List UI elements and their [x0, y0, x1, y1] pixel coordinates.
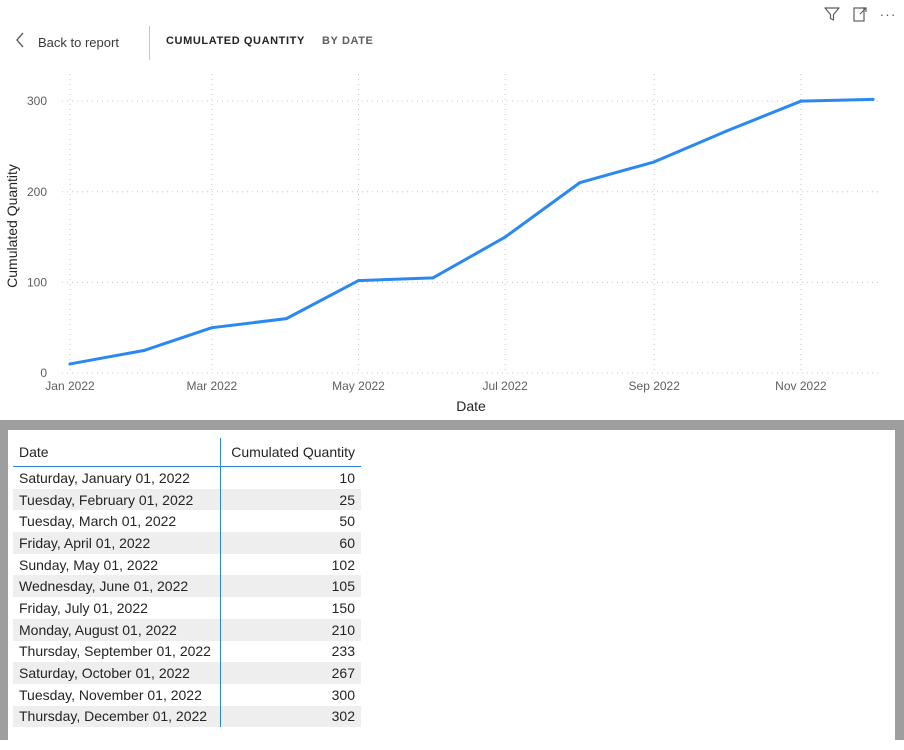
x-tick-label: Jan 2022: [45, 379, 95, 393]
table-body: Saturday, January 01, 2022 10 Tuesday, Feb…: [13, 466, 361, 728]
visual-header-toolbar: ···: [822, 4, 898, 24]
table-row: Thursday, September 01, 2022 233: [13, 640, 361, 663]
table-panel: Date Cumulated Quantity Saturday, Januar…: [8, 430, 895, 750]
data-point: [799, 99, 803, 103]
more-options-icon[interactable]: ···: [878, 4, 898, 24]
table-header-row: Date Cumulated Quantity: [13, 438, 361, 467]
cell-cumulated-quantity: 150: [331, 599, 355, 616]
table-row: Tuesday, February 01, 2022 25: [13, 488, 361, 511]
y-axis-title: Cumulated Quantity: [4, 164, 20, 288]
data-point: [210, 326, 214, 330]
cell-cumulated-quantity: 233: [331, 643, 355, 660]
cell-cumulated-quantity: 267: [220, 662, 361, 684]
y-tick-label: 200: [27, 185, 47, 199]
cell-date: Saturday, October 01, 2022: [13, 662, 221, 684]
data-point: [431, 276, 435, 280]
data-point: [68, 362, 72, 366]
series-line: [68, 97, 875, 366]
data-point: [284, 317, 288, 321]
table-row: Tuesday, November 01, 2022 300: [13, 683, 361, 706]
cell-date: Tuesday, November 01, 2022: [13, 683, 221, 706]
y-axis-ticks: 0 100 200 300: [27, 94, 47, 380]
back-label: Back to report: [38, 34, 119, 50]
x-tick-label: May 2022: [332, 379, 385, 393]
table-backdrop: Date Cumulated Quantity Saturday, Januar…: [0, 420, 904, 750]
cell-cumulated-quantity: 25: [220, 488, 361, 511]
x-axis-title: Date: [456, 398, 486, 414]
cell-cumulated-quantity: 102: [331, 556, 355, 573]
column-header-date[interactable]: Date: [13, 438, 221, 467]
cell-date: Wednesday, June 01, 2022: [13, 575, 221, 598]
data-point: [143, 348, 147, 352]
y-tick-label: 300: [27, 94, 47, 108]
cell-cumulated-quantity: 210: [220, 618, 361, 641]
data-table: Date Cumulated Quantity Saturday, Januar…: [13, 438, 361, 728]
x-tick-label: Nov 2022: [775, 379, 827, 393]
x-tick-label: Jul 2022: [482, 379, 528, 393]
cell-date: Tuesday, February 01, 2022: [13, 488, 221, 511]
cell-date: Monday, August 01, 2022: [13, 618, 221, 641]
data-point: [357, 279, 361, 283]
table-row: Friday, July 01, 2022 150: [13, 597, 361, 619]
cell-cumulated-quantity: 302: [220, 705, 361, 728]
x-axis-ticks: Jan 2022 Mar 2022 May 2022 Jul 2022 Sep 2022…: [45, 379, 827, 393]
filter-icon[interactable]: [822, 4, 842, 24]
back-to-report-button[interactable]: Back to report: [14, 30, 119, 54]
chevron-left-icon: [14, 31, 26, 54]
y-tick-label: 0: [40, 366, 47, 380]
cell-date: Tuesday, March 01, 2022: [13, 510, 221, 533]
table-row: Tuesday, March 01, 2022 50: [13, 510, 361, 533]
data-point: [503, 235, 507, 239]
cell-date: Friday, April 01, 2022: [13, 532, 221, 554]
cell-date: Friday, July 01, 2022: [13, 597, 221, 619]
data-point: [652, 160, 656, 164]
cell-date: Sunday, May 01, 2022: [13, 553, 221, 576]
cell-cumulated-quantity: 60: [220, 532, 361, 554]
page-header: Back to report CUMULATED QUANTITY BY DAT…: [0, 26, 904, 62]
x-tick-label: Mar 2022: [186, 379, 237, 393]
y-tick-label: 100: [27, 275, 47, 289]
line-chart: 0 100 200 300 Jan 2022 Mar 2022 May 2022 Jul 2…: [4, 74, 881, 414]
cell-cumulated-quantity: 105: [220, 575, 361, 598]
header-divider: [149, 26, 150, 60]
table-row: Friday, April 01, 2022 60: [13, 532, 361, 554]
tab-cumulated-quantity[interactable]: CUMULATED QUANTITY: [166, 35, 305, 47]
data-point: [578, 181, 582, 185]
cell-date: Saturday, January 01, 2022: [13, 466, 221, 489]
table-row: Thursday, December 01, 2022 302: [13, 705, 361, 728]
table-row: Saturday, October 01, 2022 267: [13, 662, 361, 684]
cell-date: Thursday, September 01, 2022: [13, 640, 221, 663]
tab-by-date[interactable]: BY DATE: [322, 35, 373, 47]
table-row: Saturday, January 01, 2022 10: [13, 466, 361, 489]
column-header-cumulated-quantity[interactable]: Cumulated Quantity: [220, 438, 361, 467]
data-point: [724, 129, 728, 133]
data-point: [871, 97, 875, 101]
table-row: Monday, August 01, 2022 210: [13, 618, 361, 641]
chart-series: [68, 97, 875, 366]
cell-date: Thursday, December 01, 2022: [13, 705, 221, 728]
x-tick-label: Sep 2022: [629, 379, 681, 393]
cell-cumulated-quantity: 10: [339, 469, 355, 486]
cell-cumulated-quantity: 300: [331, 686, 355, 703]
cell-cumulated-quantity: 50: [339, 513, 355, 530]
focus-mode-icon[interactable]: [850, 4, 870, 24]
table-row: Wednesday, June 01, 2022 105: [13, 575, 361, 598]
table-row: Sunday, May 01, 2022 102: [13, 553, 361, 576]
